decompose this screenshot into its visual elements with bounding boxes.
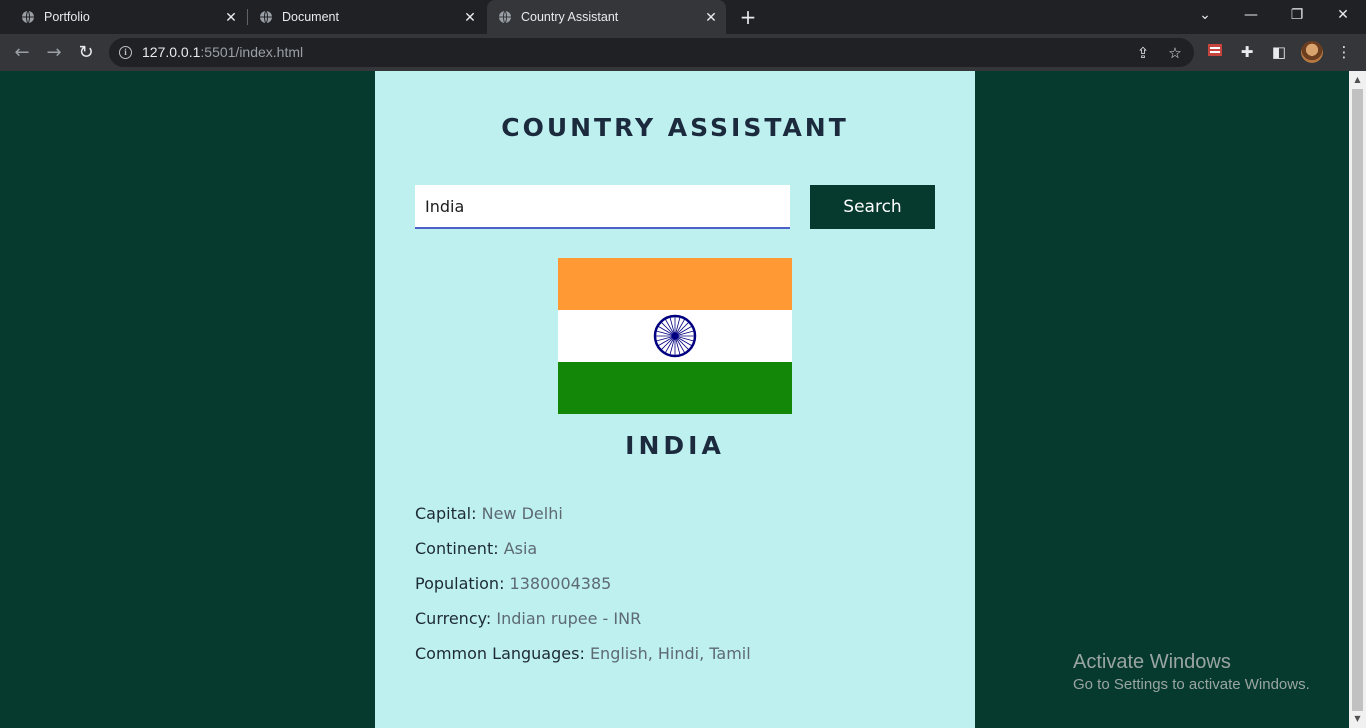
side-panel-icon[interactable]: ◧ <box>1269 42 1289 62</box>
continent-value: Asia <box>503 539 538 558</box>
tab-portfolio[interactable]: Portfolio ✕ <box>10 0 246 34</box>
detail-label: Population: <box>415 574 505 593</box>
site-info-icon[interactable]: i <box>119 46 132 59</box>
capital-value: New Delhi <box>481 504 563 523</box>
menu-icon[interactable]: ⋮ <box>1334 42 1354 62</box>
page-viewport: COUNTRY ASSISTANT Search INDIA Capital: … <box>0 71 1349 728</box>
globe-icon <box>22 10 34 24</box>
url-host: 127.0.0.1 <box>142 44 201 60</box>
scroll-down-arrow-icon[interactable]: ▼ <box>1349 712 1366 726</box>
detail-label: Currency: <box>415 609 492 628</box>
detail-label: Common Languages: <box>415 644 585 663</box>
languages-value: English, Hindi, Tamil <box>589 644 751 663</box>
continent-row: Continent: Asia <box>415 539 537 558</box>
puzzle-icon[interactable]: ✚ <box>1237 42 1257 62</box>
tab-search-chevron-icon[interactable]: ⌄ <box>1182 0 1228 30</box>
search-input[interactable] <box>415 185 790 229</box>
windows-activation-watermark: Activate Windows Go to Settings to activ… <box>1073 651 1310 693</box>
search-button[interactable]: Search <box>810 185 935 229</box>
country-name: INDIA <box>625 431 725 460</box>
url-path: :5501/index.html <box>200 44 304 60</box>
globe-icon <box>499 10 511 24</box>
back-icon[interactable]: ← <box>10 41 34 65</box>
watermark-subtitle: Go to Settings to activate Windows. <box>1073 676 1310 693</box>
currency-value: Indian rupee - INR <box>496 609 642 628</box>
country-flag <box>558 258 792 414</box>
population-value: 1380004385 <box>509 574 612 593</box>
currency-row: Currency: Indian rupee - INR <box>415 609 641 628</box>
close-tab-icon[interactable]: ✕ <box>463 10 477 24</box>
new-tab-button[interactable]: + <box>737 6 759 28</box>
vertical-scrollbar[interactable]: ▲ ▼ <box>1349 71 1366 728</box>
forward-icon[interactable]: → <box>42 41 66 65</box>
flag-green-band <box>558 362 792 414</box>
share-icon[interactable]: ⇪ <box>1133 43 1153 63</box>
country-card: COUNTRY ASSISTANT Search INDIA Capital: … <box>375 71 975 728</box>
tab-title: Document <box>282 10 339 24</box>
reload-icon[interactable]: ↻ <box>74 41 98 65</box>
capital-row: Capital: New Delhi <box>415 504 563 523</box>
extension-icon[interactable] <box>1205 42 1225 62</box>
flag-saffron-band <box>558 258 792 310</box>
scroll-thumb[interactable] <box>1352 89 1363 711</box>
detail-label: Capital: <box>415 504 477 523</box>
watermark-title: Activate Windows <box>1073 651 1231 673</box>
tab-document[interactable]: Document ✕ <box>248 0 485 34</box>
tab-title: Country Assistant <box>521 10 619 24</box>
detail-label: Continent: <box>415 539 499 558</box>
globe-icon <box>260 10 272 24</box>
close-tab-icon[interactable]: ✕ <box>704 10 718 24</box>
restore-button[interactable]: ❐ <box>1274 0 1320 30</box>
population-row: Population: 1380004385 <box>415 574 611 593</box>
browser-toolbar: ← → ↻ i 127.0.0.1:5501/index.html ⇪ ☆ <box>0 34 1366 71</box>
languages-row: Common Languages: English, Hindi, Tamil <box>415 644 751 663</box>
tab-title: Portfolio <box>44 10 90 24</box>
ashoka-chakra-icon <box>653 314 697 358</box>
close-tab-icon[interactable]: ✕ <box>224 10 238 24</box>
bookmark-star-icon[interactable]: ☆ <box>1165 43 1185 63</box>
tab-country-assistant[interactable]: Country Assistant ✕ <box>487 0 726 34</box>
address-bar[interactable]: i 127.0.0.1:5501/index.html ⇪ ☆ <box>109 38 1194 67</box>
scroll-up-arrow-icon[interactable]: ▲ <box>1349 73 1366 87</box>
avatar[interactable] <box>1301 41 1323 63</box>
page-title: COUNTRY ASSISTANT <box>501 113 849 142</box>
close-window-button[interactable]: ✕ <box>1320 0 1366 30</box>
url-text[interactable]: 127.0.0.1:5501/index.html <box>142 44 303 60</box>
minimize-button[interactable]: — <box>1228 0 1274 30</box>
tab-strip: Portfolio ✕ Document ✕ Country Assistant… <box>0 0 1366 34</box>
